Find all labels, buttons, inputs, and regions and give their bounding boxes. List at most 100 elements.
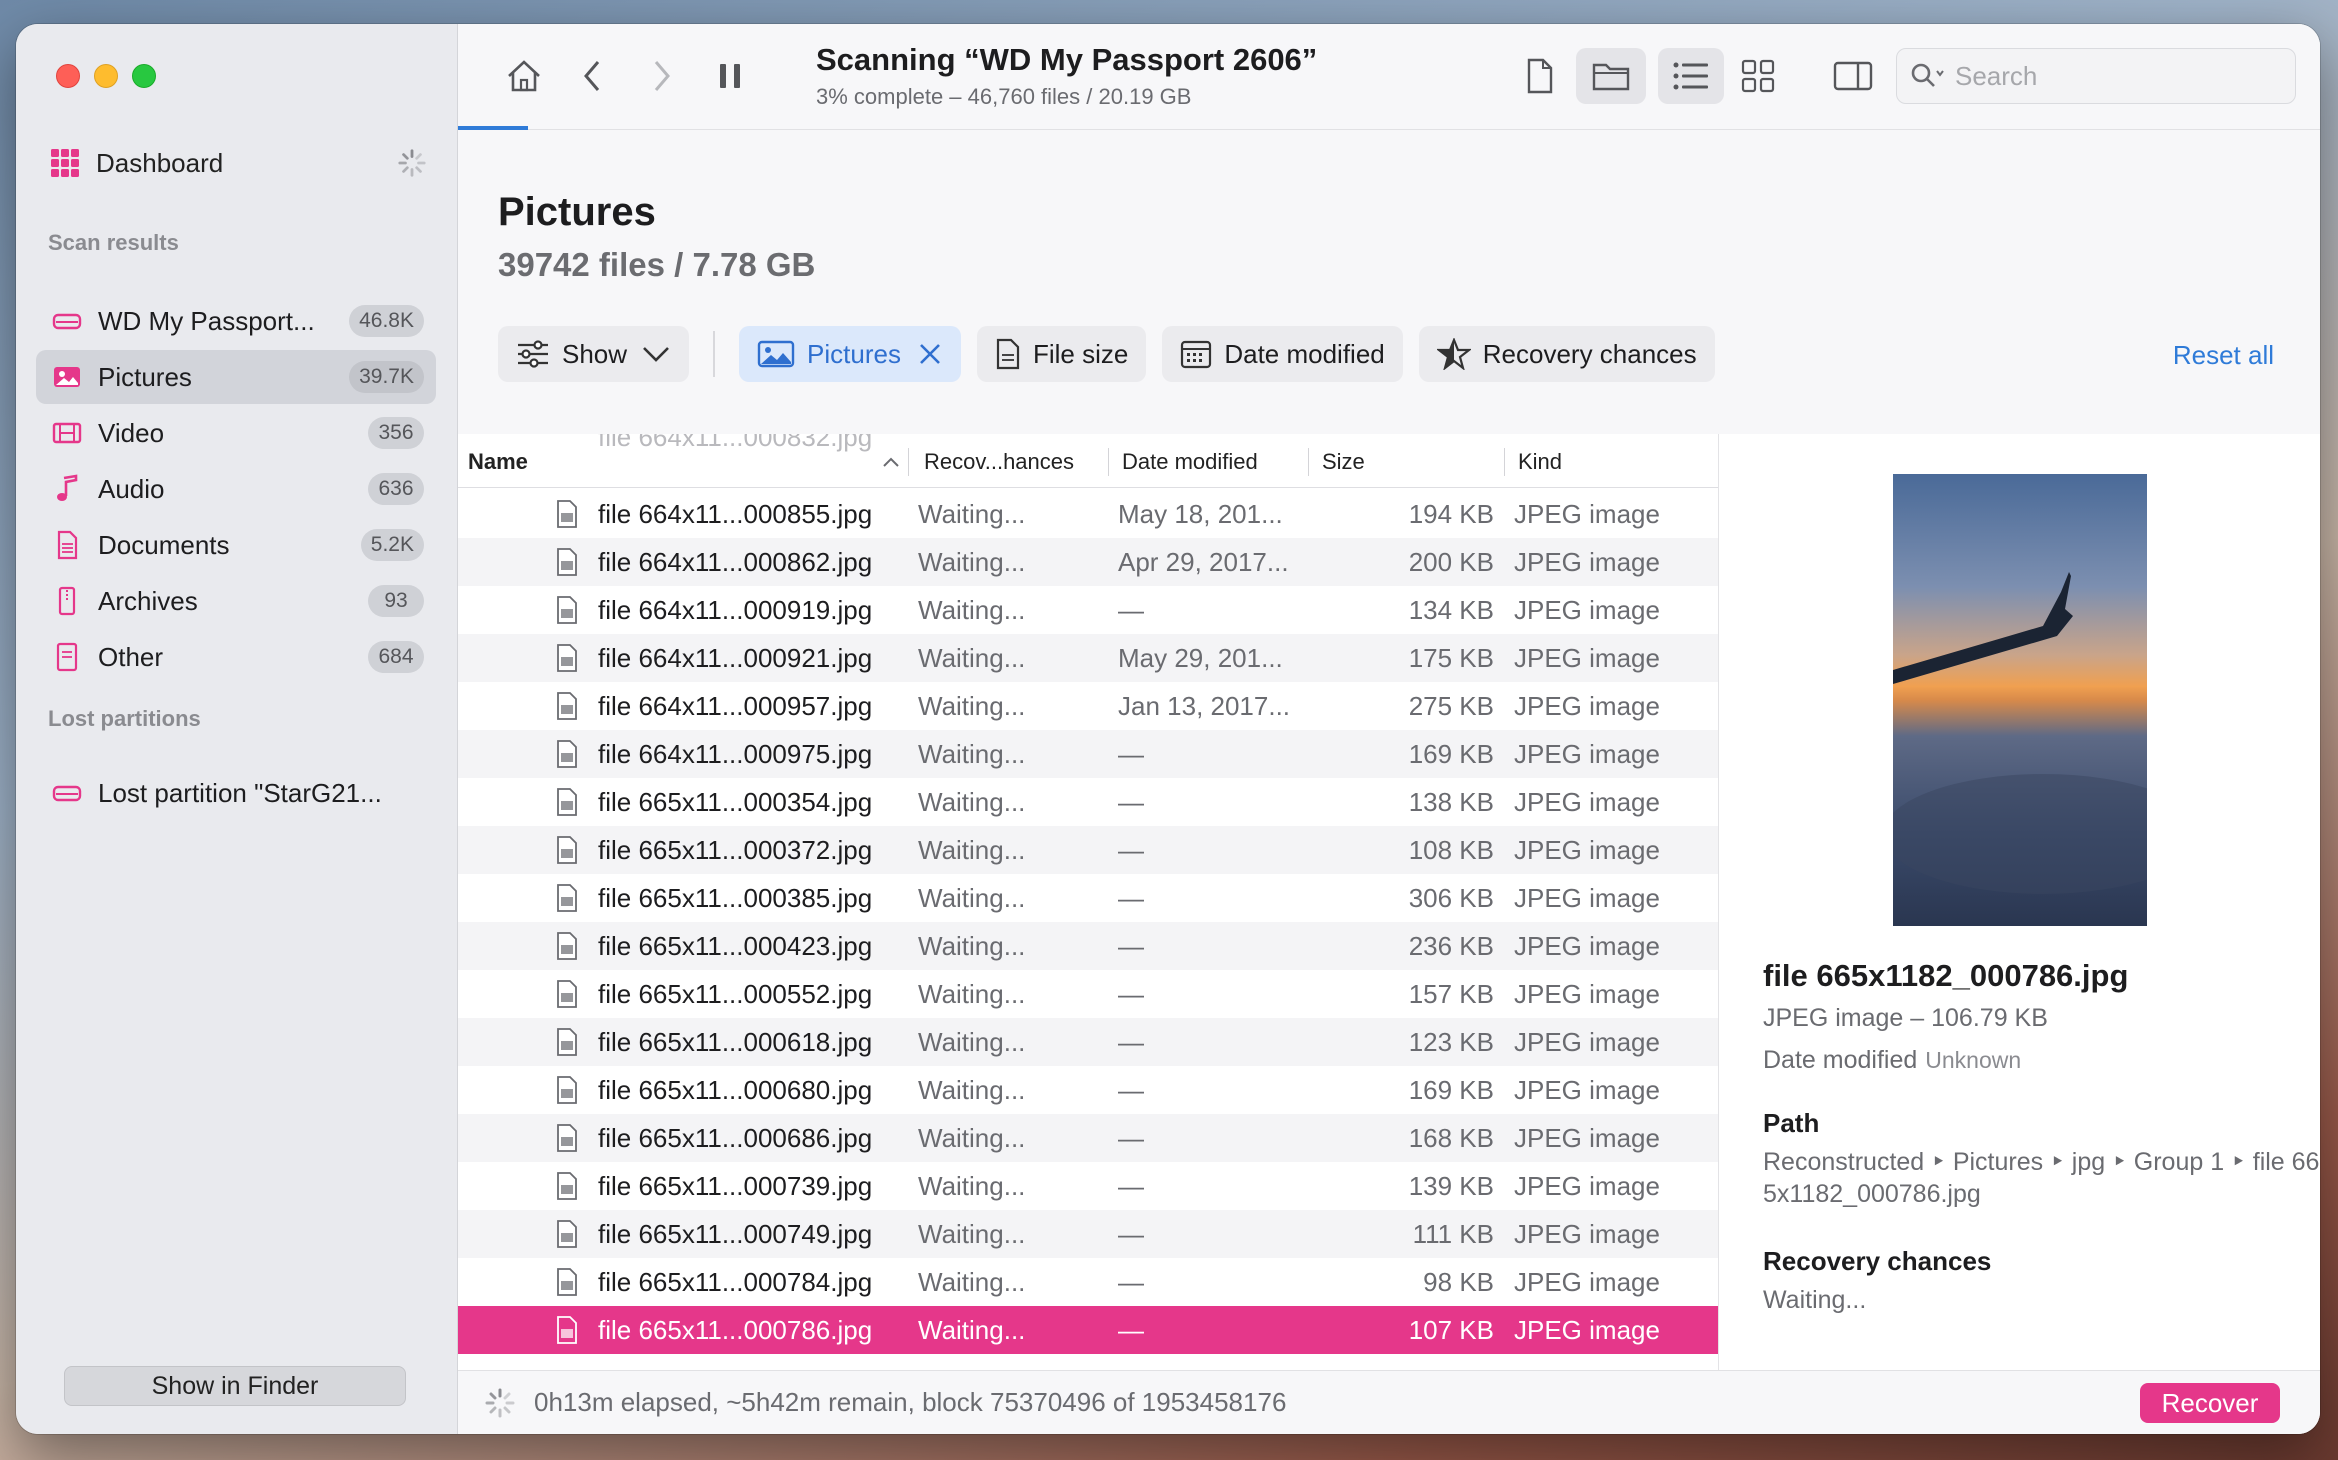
table-row[interactable]: file 665x11...000749.jpg Waiting... — 111 K… [458,1210,1718,1258]
picture-icon [757,340,795,368]
image-file-icon [556,1268,578,1303]
close-icon[interactable] [917,341,943,367]
kind-cell: JPEG image [1514,1314,1660,1345]
sidebar-item-video[interactable]: Video 356 [36,406,436,460]
sidebar-item-label: WD My Passport... [98,305,315,336]
column-header-recovery-chances[interactable]: Recov...hances [924,449,1074,475]
pictures-filter-chip[interactable]: Pictures [739,326,961,382]
recovery-chances-filter-button[interactable]: Recovery chances [1418,326,1715,382]
table-row[interactable]: file 665x11...000784.jpg Waiting... — 98 KB… [458,1258,1718,1306]
column-header-name[interactable]: Name [468,449,528,475]
show-filter-button[interactable]: Show [498,326,690,382]
search-input[interactable] [1955,60,2255,92]
kind-cell: JPEG image [1514,642,1660,673]
sidebar-item-dashboard[interactable]: Dashboard [50,138,427,188]
folder-view-button[interactable] [1576,48,1646,104]
file-name-cell: file 665x11...000552.jpg [598,978,873,1009]
image-file-icon [556,836,578,871]
scan-title: Scanning “WD My Passport 2606” [816,42,1318,77]
table-row[interactable]: file 665x11...000618.jpg Waiting... — 123 K… [458,1018,1718,1066]
recover-button[interactable]: Recover [2140,1383,2280,1423]
count-badge: 356 [368,417,424,449]
column-header-size[interactable]: Size [1322,449,1365,475]
show-in-finder-button[interactable]: Show in Finder [64,1366,406,1406]
kind-cell: JPEG image [1514,1026,1660,1057]
table-row[interactable]: file 664x11...000975.jpg Waiting... — 169 K… [458,730,1718,778]
sidebar-item-label: Audio [98,473,165,504]
window-controls [56,64,156,88]
close-window-button[interactable] [56,64,80,88]
sidebar-item-drive[interactable]: WD My Passport... 46.8K [36,294,436,348]
kind-cell: JPEG image [1514,546,1660,577]
file-name-cell: file 665x11...000784.jpg [598,1266,873,1297]
table-row[interactable]: file 665x11...000680.jpg Waiting... — 169 K… [458,1066,1718,1114]
table-row[interactable]: file 665x11...000686.jpg Waiting... — 168 K… [458,1114,1718,1162]
image-file-icon [556,980,578,1015]
table-row[interactable]: file 665x11...000423.jpg Waiting... — 236 K… [458,922,1718,970]
file-name-cell: file 665x11...000372.jpg [598,834,873,865]
file-view-button[interactable] [1518,54,1562,98]
table-row[interactable]: file 664x11...000957.jpg Waiting... Jan 13… [458,682,1718,730]
size-cell: 306 KB [1408,882,1494,913]
partially-hidden-row: file 664x11...000832.jpg [598,434,873,452]
toggle-preview-panel-button[interactable] [1828,54,1878,98]
date-modified-cell: — [1118,930,1144,961]
recovery-chances-cell: Waiting... [918,738,1026,769]
sidebar-item-lost-partition[interactable]: Lost partition "StarG21... [36,766,436,820]
image-file-icon [556,1076,578,1111]
file-name-cell: file 664x11...000862.jpg [598,546,873,577]
calendar-icon [1181,340,1212,369]
sidebar-item-other[interactable]: Other 684 [36,630,436,684]
kind-cell: JPEG image [1514,1266,1660,1297]
table-row[interactable]: file 664x11...000919.jpg Waiting... — 134 K… [458,586,1718,634]
sidebar-item-documents[interactable]: Documents 5.2K [36,518,436,572]
image-file-icon [556,644,578,679]
count-badge: 39.7K [349,361,424,393]
zoom-window-button[interactable] [132,64,156,88]
reset-all-link[interactable]: Reset all [2173,340,2274,371]
image-file-icon [556,1124,578,1159]
table-row[interactable]: file 665x11...000739.jpg Waiting... — 139 K… [458,1162,1718,1210]
forward-button[interactable] [640,54,684,98]
table-row[interactable]: file 665x11...000354.jpg Waiting... — 138 K… [458,778,1718,826]
list-view-button[interactable] [1658,48,1724,104]
table-row[interactable]: file 664x11...000862.jpg Waiting... Apr 29… [458,538,1718,586]
sidebar-item-pictures[interactable]: Pictures 39.7K [36,350,436,404]
date-modified-filter-button[interactable]: Date modified [1162,326,1403,382]
file-name-cell: file 665x11...000618.jpg [598,1026,873,1057]
size-cell: 169 KB [1408,738,1494,769]
file-name-cell: file 664x11...000921.jpg [598,642,873,673]
main-content: Scanning “WD My Passport 2606” 3% comple… [458,24,2320,1434]
table-row[interactable]: file 665x11...000385.jpg Waiting... — 306 K… [458,874,1718,922]
chevron-left-icon [584,61,600,91]
table-row[interactable]: file 664x11...000921.jpg Waiting... May 29… [458,634,1718,682]
column-header-date-modified[interactable]: Date modified [1122,449,1258,475]
pause-button[interactable] [708,54,752,98]
table-row[interactable]: file 664x11...000855.jpg Waiting... May 18… [458,490,1718,538]
sidebar-item-archives[interactable]: Archives 93 [36,574,436,628]
film-icon [52,418,82,448]
kind-cell: JPEG image [1514,834,1660,865]
kind-cell: JPEG image [1514,690,1660,721]
table-row[interactable]: file 665x11...000786.jpg Waiting... — 107 K… [458,1306,1718,1354]
back-button[interactable] [570,54,614,98]
date-modified-cell: — [1118,1170,1144,1201]
list-icon [1673,62,1708,90]
table-row[interactable]: file 665x11...000552.jpg Waiting... — 157 K… [458,970,1718,1018]
content-header: Pictures 39742 files / 7.78 GB Show Pict… [458,130,2320,434]
grid-view-button[interactable] [1736,54,1780,98]
preview-date: Date modified Unknown [1763,1046,2021,1075]
file-size-filter-button[interactable]: File size [976,326,1147,382]
home-button[interactable] [502,54,546,98]
minimize-window-button[interactable] [94,64,118,88]
image-file-icon [556,692,578,727]
search-field[interactable] [1896,48,2296,104]
table-row[interactable]: file 665x11...000372.jpg Waiting... — 108 K… [458,826,1718,874]
date-modified-cell: — [1118,738,1144,769]
count-badge: 93 [368,585,424,617]
page-title: Pictures [498,190,656,234]
sidebar-item-audio[interactable]: Audio 636 [36,462,436,516]
sort-ascending-icon[interactable] [882,456,900,468]
column-header-kind[interactable]: Kind [1518,449,1562,475]
date-modified-cell: — [1118,834,1144,865]
